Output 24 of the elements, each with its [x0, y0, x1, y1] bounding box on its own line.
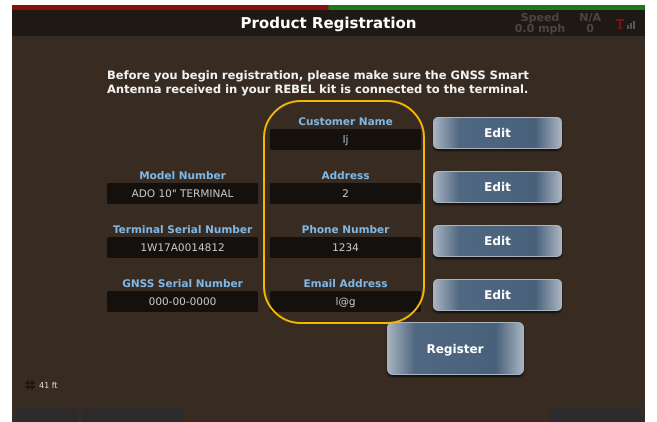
edit-button[interactable]: Edit	[433, 117, 562, 149]
signal-icon	[615, 16, 637, 30]
field-value: lj	[270, 129, 421, 150]
edit-button[interactable]: Edit	[433, 171, 562, 203]
field-value: 000-00-0000	[107, 291, 258, 312]
scale-text: 41 ft	[39, 380, 58, 390]
field-label: Address	[322, 170, 370, 183]
field-label: GNSS Serial Number	[122, 278, 243, 291]
field-label: Model Number	[139, 170, 226, 183]
edit-button[interactable]: Edit	[433, 279, 562, 311]
field-label: Customer Name	[298, 116, 393, 129]
grid-icon	[25, 380, 35, 390]
field-label: Email Address	[303, 278, 388, 291]
register-button[interactable]: Register	[386, 322, 524, 375]
field-label: Phone Number	[302, 224, 390, 237]
window-title: Product Registration	[240, 14, 416, 32]
instruction-text: Before you begin registration, please make sure the GNSS Smart Antenna received in your REBEL kit is connected to the terminal.	[107, 68, 530, 96]
edit-button[interactable]: Edit	[433, 225, 562, 257]
field-value: 2	[270, 183, 421, 204]
field-value: ADO 10" TERMINAL	[107, 183, 258, 204]
field-label: Terminal Serial Number	[112, 224, 252, 237]
field-value: 1234	[270, 237, 421, 258]
field-value: 1W17A0014812	[107, 237, 258, 258]
field-value: l@g	[270, 291, 421, 312]
